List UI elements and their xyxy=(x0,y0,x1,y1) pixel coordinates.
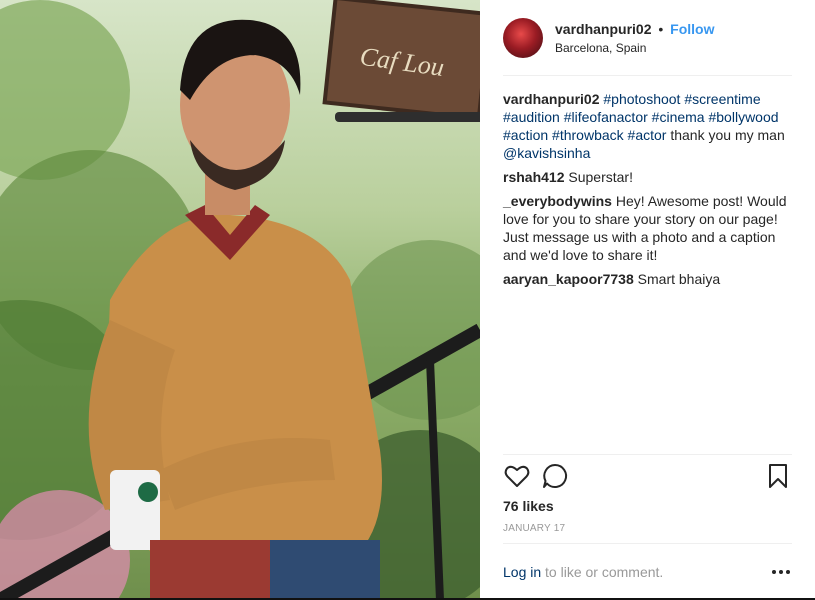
hashtag[interactable]: #photoshoot xyxy=(603,91,680,107)
comment-icon[interactable] xyxy=(541,462,569,490)
hashtag[interactable]: #actor xyxy=(628,127,667,143)
header-username[interactable]: vardhanpuri02 xyxy=(555,21,651,37)
post-details-panel: vardhanpuri02 • Follow Barcelona, Spain … xyxy=(480,0,815,600)
follow-button[interactable]: Follow xyxy=(670,21,714,37)
comment-username[interactable]: _everybodywins xyxy=(503,193,612,209)
comment-item: _everybodywins Hey! Awesome post! Would … xyxy=(503,192,792,264)
hashtag[interactable]: #bollywood xyxy=(708,109,778,125)
comment-username[interactable]: rshah412 xyxy=(503,169,564,185)
bookmark-icon[interactable] xyxy=(764,462,792,490)
likes-count[interactable]: 76 likes xyxy=(503,498,554,514)
post-header: vardhanpuri02 • Follow Barcelona, Spain xyxy=(503,17,792,62)
hashtag[interactable]: #lifeofanactor xyxy=(564,109,648,125)
hashtag[interactable]: #screentime xyxy=(684,91,760,107)
avatar[interactable] xyxy=(503,18,543,58)
comment-text: Superstar! xyxy=(568,169,633,185)
post-photo[interactable]: Caf Lou xyxy=(0,0,480,600)
post-date: JANUARY 17 xyxy=(503,523,566,534)
photo-illustration: Caf Lou xyxy=(0,0,480,600)
login-link[interactable]: Log in xyxy=(503,564,541,580)
divider xyxy=(503,75,792,76)
comment-username[interactable]: aaryan_kapoor7738 xyxy=(503,271,634,287)
hashtag[interactable]: #cinema xyxy=(652,109,705,125)
login-prompt: Log in to like or comment. xyxy=(503,564,663,580)
hashtag[interactable]: #action xyxy=(503,127,548,143)
caption: vardhanpuri02 #photoshoot #screentime #a… xyxy=(503,90,792,162)
comments-list: vardhanpuri02 #photoshoot #screentime #a… xyxy=(503,90,792,294)
location-link[interactable]: Barcelona, Spain xyxy=(555,41,646,55)
heart-icon[interactable] xyxy=(503,462,531,490)
header-separator: • xyxy=(658,21,664,37)
caption-text: thank you my man xyxy=(670,127,785,143)
comment-item: rshah412 Superstar! xyxy=(503,168,792,186)
header-user-line: vardhanpuri02 • Follow xyxy=(555,21,715,37)
comment-item: aaryan_kapoor7738 Smart bhaiya xyxy=(503,270,792,288)
divider xyxy=(503,543,792,544)
hashtag[interactable]: #audition xyxy=(503,109,560,125)
hashtag[interactable]: #throwback xyxy=(552,127,624,143)
more-icon[interactable] xyxy=(770,563,792,581)
action-bar xyxy=(503,462,792,492)
caption-username[interactable]: vardhanpuri02 xyxy=(503,91,599,107)
comment-text: Smart bhaiya xyxy=(637,271,721,287)
login-suffix: to like or comment. xyxy=(541,564,664,580)
divider xyxy=(503,454,792,455)
cafe-sign: Caf Lou xyxy=(322,0,480,122)
mention-link[interactable]: @kavishsinha xyxy=(503,145,590,161)
